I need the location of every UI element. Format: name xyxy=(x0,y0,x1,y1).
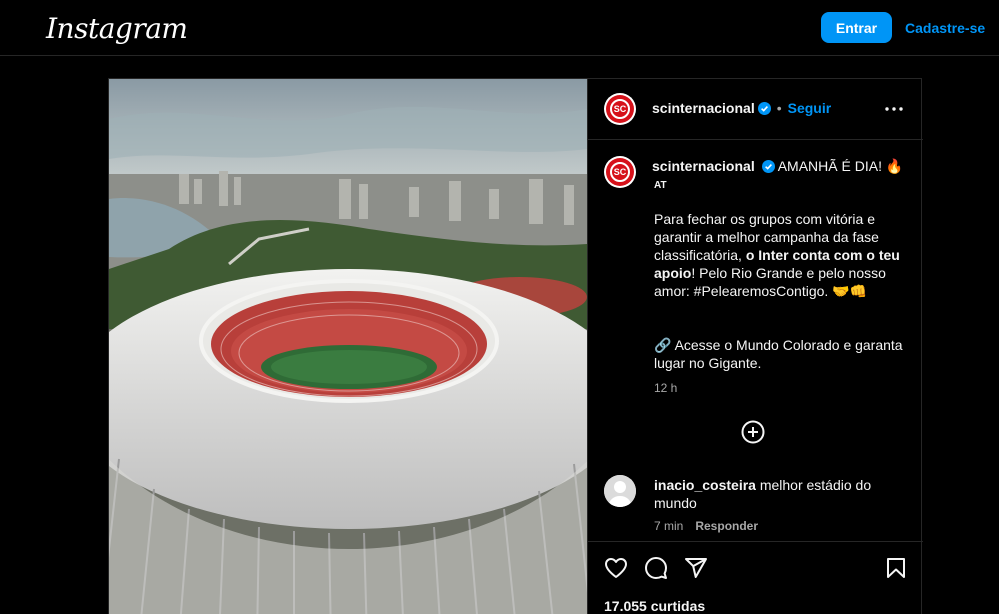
reply-button[interactable]: Responder xyxy=(695,519,758,533)
caption-subline: AT xyxy=(654,180,667,191)
commenter-username[interactable]: inacio_costeira xyxy=(654,477,756,493)
verified-icon xyxy=(761,160,775,173)
share-icon[interactable] xyxy=(684,556,708,580)
comment-meta: 7 min Responder xyxy=(654,519,758,533)
caption-paragraph-2-text: Acesse o Mundo Colorado e garanta lugar … xyxy=(654,337,903,371)
author-username[interactable]: scinternacional xyxy=(652,100,755,116)
comment-text-block: inacio_costeira melhor estádio do mundo xyxy=(654,476,894,512)
post-card: SC scinternacional • Seguir SC scinterna… xyxy=(108,78,923,614)
instagram-logo[interactable]: Instagram xyxy=(46,12,188,45)
caption-headline-line: scinternacional AMANHÃ É DIA! 🔥 xyxy=(652,158,903,175)
link-icon: 🔗 xyxy=(654,337,672,353)
commenter-avatar[interactable] xyxy=(604,475,636,507)
author-line: scinternacional • Seguir xyxy=(652,100,831,116)
login-button[interactable]: Entrar xyxy=(821,12,892,43)
comment-icon[interactable] xyxy=(644,556,668,580)
verified-icon xyxy=(757,101,771,115)
author-avatar[interactable]: SC xyxy=(604,93,636,125)
caption-author-avatar[interactable]: SC xyxy=(604,156,636,188)
stadium-photo xyxy=(109,79,587,614)
caption-author-username[interactable]: scinternacional xyxy=(652,158,755,174)
top-bar: Instagram Entrar Cadastre-se xyxy=(0,0,999,56)
post-image[interactable] xyxy=(109,79,587,614)
separator-dot: • xyxy=(776,100,782,116)
heart-icon[interactable] xyxy=(604,556,628,580)
likes-count[interactable]: 17.055 curtidas xyxy=(604,598,705,614)
signup-link[interactable]: Cadastre-se xyxy=(905,12,985,43)
post-sidebar: SC scinternacional • Seguir SC scinterna… xyxy=(587,79,923,614)
follow-button[interactable]: Seguir xyxy=(788,100,832,116)
more-icon[interactable] xyxy=(882,97,906,121)
caption-body: Para fechar os grupos com vitória e gara… xyxy=(654,210,904,300)
caption-timestamp: 12 h xyxy=(654,381,678,395)
post-header: SC scinternacional • Seguir xyxy=(588,79,923,140)
bookmark-icon[interactable] xyxy=(884,556,908,580)
caption-headline: AMANHÃ É DIA! 🔥 xyxy=(777,158,904,174)
post-actions: 17.055 curtidas xyxy=(588,541,923,614)
add-comment-icon[interactable] xyxy=(741,420,765,444)
comment-time: 7 min xyxy=(654,519,684,533)
caption-paragraph-2: 🔗 Acesse o Mundo Colorado e garanta luga… xyxy=(654,336,904,372)
